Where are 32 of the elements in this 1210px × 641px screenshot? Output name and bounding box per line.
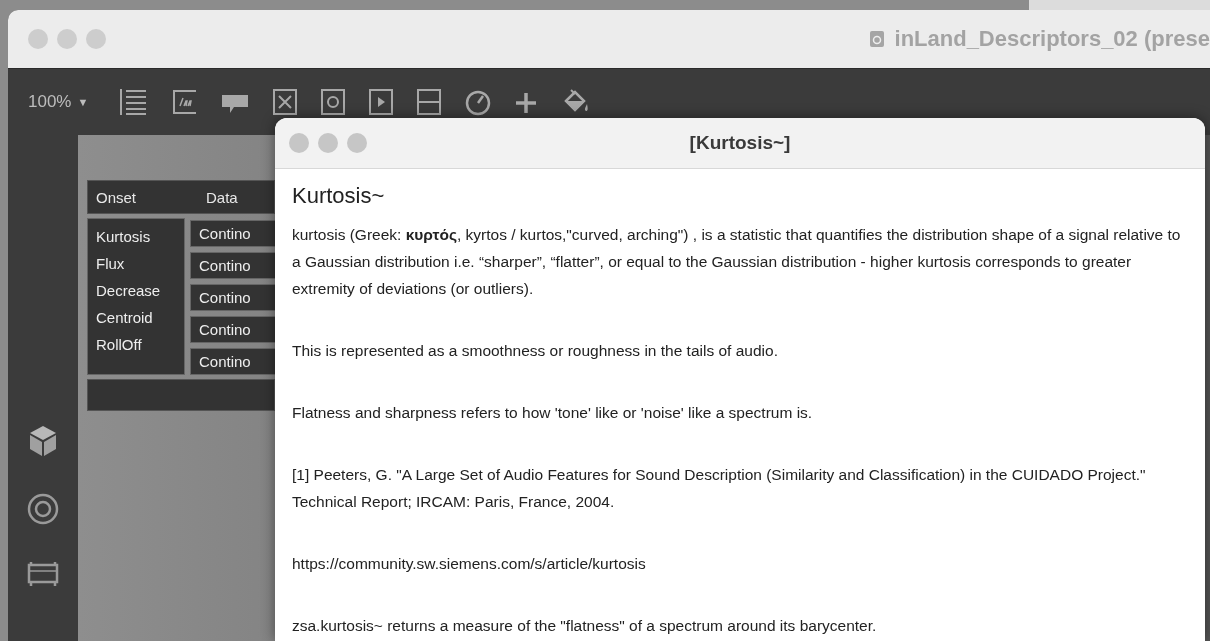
paragraph: https://community.sw.siemens.com/s/article/kurtosis xyxy=(292,554,647,574)
zoom-menu[interactable]: 100% ▼ xyxy=(28,92,89,112)
window-title: inLand_Descriptors_02 (prese xyxy=(894,26,1210,52)
paragraph: This is represented as a smoothness or roughness in the tails of audio. xyxy=(292,341,779,361)
play-box-icon[interactable] xyxy=(368,87,395,117)
column-header: Onset xyxy=(96,188,138,206)
minus-box-icon[interactable] xyxy=(416,87,443,117)
panel-icon[interactable] xyxy=(27,561,59,587)
cube-icon[interactable] xyxy=(28,425,58,457)
paragraph: Flatness and sharpness refers to how 'tone' like or 'noise' like a spectrum is. xyxy=(292,403,814,423)
table-cell-text: Kurtosis xyxy=(96,227,152,247)
circle-box-icon[interactable] xyxy=(320,87,347,117)
help-heading: Kurtosis~ xyxy=(292,183,386,209)
paragraph: kurtosis (Greek: κυρτός, kyrtos / kurtos,"curved, arching") , is a statistic that quantifies the distribution shape of a signal relative to a Gaussian distribution i.e. “sharper”, “flatter”, or equal to the Gaussian distribution - higher kurtosis corresponds to greater extremity of deviations (or outliers). xyxy=(292,225,1182,299)
column-header: Data xyxy=(206,188,238,206)
document-icon xyxy=(868,30,885,48)
table-cell-text: Centroid xyxy=(96,308,154,328)
paragraph: [1] Peeters, G. "A Large Set of Audio Features for Sound Description (Similarity and Classification) in the CUIDADO Project." Technical Report; IRCAM: Paris, France, 2004. xyxy=(292,465,1147,512)
list-icon[interactable] xyxy=(118,87,149,117)
target-icon[interactable] xyxy=(27,493,59,525)
table-cell: Contino xyxy=(190,284,275,311)
window-title: [Kurtosis~] xyxy=(688,132,792,154)
table-cell-text: Decrease xyxy=(96,281,162,301)
x-box-icon[interactable] xyxy=(272,87,299,117)
comment-icon[interactable] xyxy=(170,87,199,117)
table-cell-text: Flux xyxy=(96,254,126,274)
paragraph: zsa.kurtosis~ returns a measure of the "flatness" of a spectrum around its barycenter. xyxy=(292,616,878,636)
table-cell: Contino xyxy=(190,348,275,375)
table-cell: Contino xyxy=(190,252,275,279)
table-cell: Contino xyxy=(190,220,275,247)
table-cell: Contino xyxy=(190,316,275,343)
table-cell-text: RollOff xyxy=(96,335,143,355)
